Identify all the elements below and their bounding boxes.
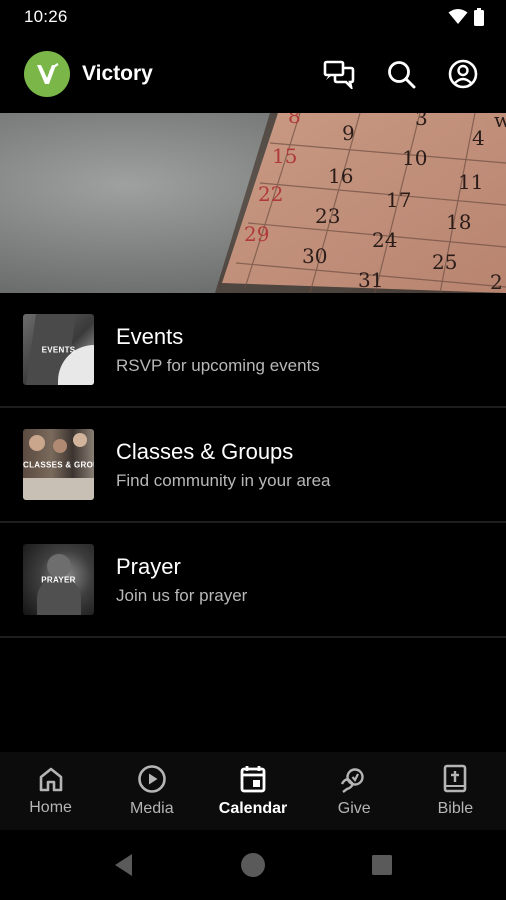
prayer-thumbnail: PRAYER xyxy=(23,544,94,615)
cal-num: 8 xyxy=(288,113,301,128)
nav-media-label: Media xyxy=(130,800,174,817)
home-circle-icon xyxy=(240,853,265,877)
classes-groups-thumbnail: CLASSES & GROUPS xyxy=(23,429,94,500)
cal-num: 31 xyxy=(358,268,383,292)
nav-bible-label: Bible xyxy=(437,800,474,817)
victory-logo[interactable] xyxy=(24,50,70,97)
back-icon xyxy=(115,854,133,876)
nav-home-label: Home xyxy=(29,799,72,816)
status-time: 10:26 xyxy=(24,7,68,26)
battery-icon xyxy=(474,8,484,26)
system-nav-bar xyxy=(0,830,506,900)
app-header: Victory xyxy=(0,34,506,113)
cal-num: 22 xyxy=(258,182,283,206)
list-item-events[interactable]: EVENTS Events RSVP for upcoming events xyxy=(0,293,506,408)
account-icon xyxy=(448,59,478,88)
cal-num: 10 xyxy=(402,146,427,170)
prayer-title: Prayer xyxy=(116,553,181,579)
status-icons xyxy=(448,8,484,26)
classes-groups-subtitle: Find community in your area xyxy=(116,470,331,490)
wifi-icon xyxy=(448,9,468,24)
cal-num: 17 xyxy=(386,188,411,212)
chat-button[interactable] xyxy=(320,55,358,93)
events-thumb-label: EVENTS xyxy=(41,345,76,354)
cal-num: 18 xyxy=(446,210,471,234)
events-text: Events RSVP for upcoming events xyxy=(116,324,320,376)
header-actions xyxy=(320,55,482,93)
cal-num: 29 xyxy=(244,222,269,246)
events-title: Events xyxy=(116,323,184,349)
cal-num: 23 xyxy=(315,204,340,228)
victory-v-icon xyxy=(37,62,59,84)
nav-calendar[interactable]: Calendar xyxy=(202,752,303,830)
nav-media[interactable]: Media xyxy=(101,752,202,830)
nav-give-label: Give xyxy=(337,800,371,817)
cal-num: 15 xyxy=(272,144,297,168)
system-back-button[interactable] xyxy=(104,845,144,885)
cal-num: 3 xyxy=(415,113,428,130)
chat-icon xyxy=(323,60,355,89)
nav-home[interactable]: Home xyxy=(0,752,101,830)
events-thumbnail: EVENTS xyxy=(23,314,94,385)
calendar-list: EVENTS Events RSVP for upcoming events C… xyxy=(0,293,506,638)
prayer-text: Prayer Join us for prayer xyxy=(116,554,247,606)
prayer-thumb-label: PRAYER xyxy=(41,575,76,584)
cal-num: 25 xyxy=(432,250,457,274)
cal-num: 4 xyxy=(472,126,485,150)
app-title: Victory xyxy=(82,61,153,85)
calendar-photo: 8 9 3 4 w 15 16 10 11 22 23 17 18 29 30 … xyxy=(0,113,506,293)
classes-groups-thumb-label: CLASSES & GROUPS xyxy=(23,460,94,469)
profile-button[interactable] xyxy=(444,55,482,93)
hero-banner: 8 9 3 4 w 15 16 10 11 22 23 17 18 29 30 … xyxy=(0,113,506,293)
nav-calendar-label: Calendar xyxy=(218,800,288,817)
cal-num: 9 xyxy=(342,121,355,145)
cal-num: 16 xyxy=(328,164,353,188)
search-button[interactable] xyxy=(382,55,420,93)
home-icon xyxy=(39,767,62,792)
cal-num: 2 xyxy=(490,270,503,293)
search-icon xyxy=(388,60,416,88)
system-recents-button[interactable] xyxy=(362,845,402,885)
calendar-icon xyxy=(240,766,266,793)
cal-num: 24 xyxy=(372,228,397,252)
list-item-classes-groups[interactable]: CLASSES & GROUPS Classes & Groups Find c… xyxy=(0,408,506,523)
status-bar: 10:26 xyxy=(0,0,506,34)
cal-num: w xyxy=(494,113,506,132)
recents-icon xyxy=(371,855,392,875)
give-icon xyxy=(341,768,364,793)
list-item-prayer[interactable]: PRAYER Prayer Join us for prayer xyxy=(0,523,506,638)
cal-num: 11 xyxy=(458,170,483,194)
prayer-subtitle: Join us for prayer xyxy=(116,585,248,605)
classes-groups-text: Classes & Groups Find community in your … xyxy=(116,439,330,491)
bible-icon xyxy=(444,764,467,793)
nav-bible[interactable]: Bible xyxy=(405,752,506,830)
cal-num: 30 xyxy=(302,244,327,268)
classes-groups-title: Classes & Groups xyxy=(116,438,294,464)
nav-give[interactable]: Give xyxy=(304,752,405,830)
bottom-nav: Home Media Calendar Give Bible xyxy=(0,752,506,830)
events-subtitle: RSVP for upcoming events xyxy=(116,355,320,375)
play-icon xyxy=(137,765,166,793)
system-home-button[interactable] xyxy=(233,845,273,885)
